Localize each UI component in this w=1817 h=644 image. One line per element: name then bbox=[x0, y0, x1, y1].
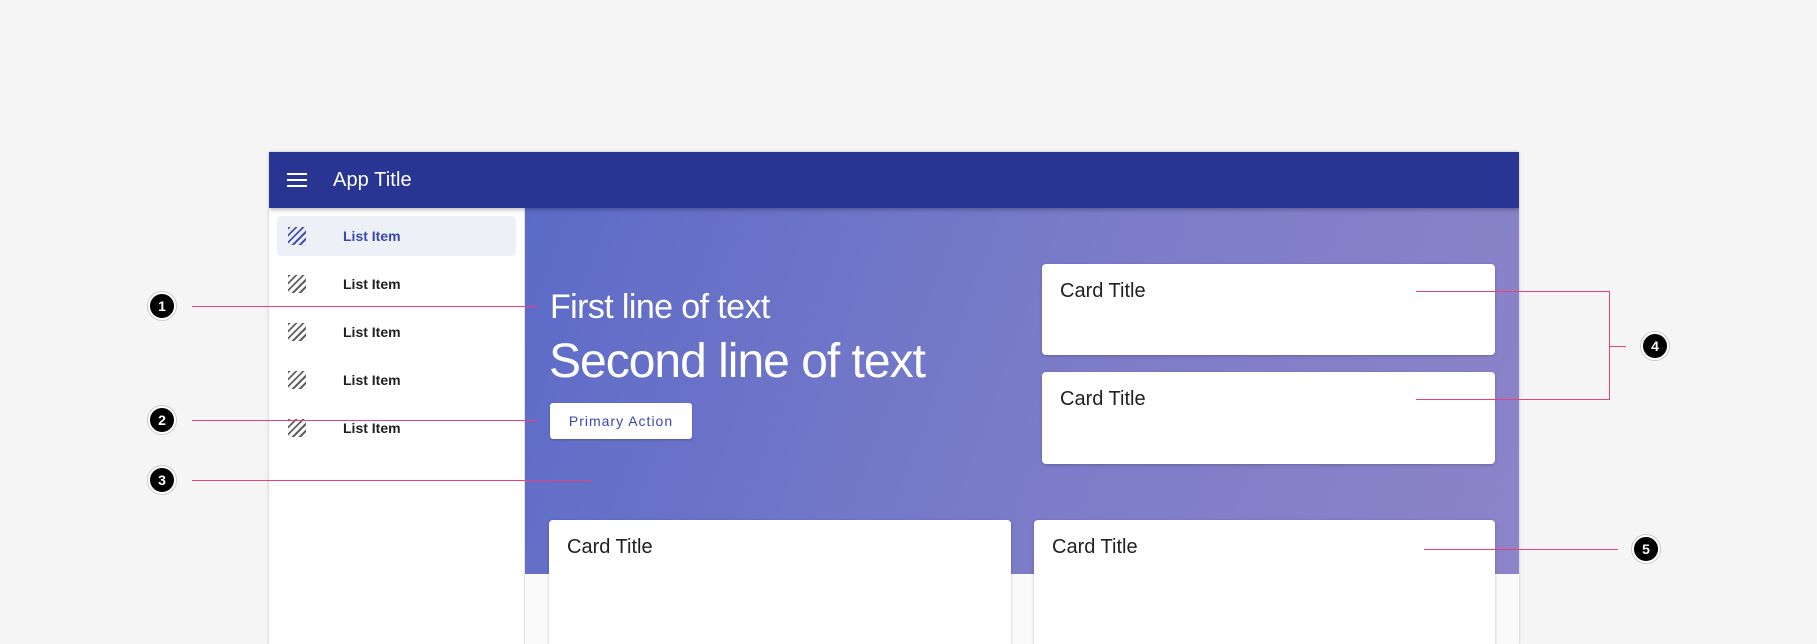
drawer-item-5[interactable]: List Item bbox=[277, 408, 516, 448]
primary-action-button[interactable]: Primary Action bbox=[550, 403, 692, 439]
card-title: Card Title bbox=[1060, 388, 1146, 410]
hero-card-1[interactable]: Card Title bbox=[1042, 264, 1495, 355]
annotation-line-1 bbox=[192, 306, 538, 307]
drawer-item-label: List Item bbox=[343, 228, 401, 244]
placeholder-icon bbox=[288, 419, 306, 437]
hero-first-line: First line of text bbox=[550, 288, 770, 326]
app-window: App Title List Item List Item List Item … bbox=[269, 152, 1519, 644]
annotation-marker-4: 4 bbox=[1641, 332, 1669, 360]
content-card-1[interactable]: Card Title bbox=[549, 520, 1011, 644]
card-title: Card Title bbox=[1052, 536, 1138, 558]
hero-card-2[interactable]: Card Title bbox=[1042, 372, 1495, 464]
annotation-marker-1: 1 bbox=[148, 292, 176, 320]
annotation-line-2 bbox=[192, 420, 538, 421]
annotation-marker-5: 5 bbox=[1632, 535, 1660, 563]
menu-icon[interactable] bbox=[287, 173, 307, 187]
annotation-marker-2: 2 bbox=[148, 406, 176, 434]
placeholder-icon bbox=[288, 227, 306, 245]
drawer-item-label: List Item bbox=[343, 276, 401, 292]
annotation-marker-3: 3 bbox=[148, 466, 176, 494]
main-content: First line of text Second line of text P… bbox=[525, 208, 1519, 644]
drawer-item-4[interactable]: List Item bbox=[277, 360, 516, 400]
top-app-bar: App Title bbox=[269, 152, 1519, 208]
card-title: Card Title bbox=[567, 536, 653, 558]
hero-second-line: Second line of text bbox=[549, 335, 926, 388]
placeholder-icon bbox=[288, 371, 306, 389]
drawer-item-2[interactable]: List Item bbox=[277, 264, 516, 304]
annotation-line-3 bbox=[192, 480, 592, 481]
placeholder-icon bbox=[288, 275, 306, 293]
navigation-drawer: List Item List Item List Item List Item … bbox=[269, 208, 525, 644]
annotation-line-4b bbox=[1416, 399, 1610, 400]
drawer-item-label: List Item bbox=[343, 372, 401, 388]
drawer-item-1[interactable]: List Item bbox=[277, 216, 516, 256]
drawer-item-label: List Item bbox=[343, 420, 401, 436]
annotation-line-4c bbox=[1609, 346, 1626, 347]
placeholder-icon bbox=[288, 323, 306, 341]
annotation-line-4a bbox=[1416, 291, 1610, 292]
card-title: Card Title bbox=[1060, 280, 1146, 302]
drawer-item-label: List Item bbox=[343, 324, 401, 340]
drawer-item-3[interactable]: List Item bbox=[277, 312, 516, 352]
app-title: App Title bbox=[333, 168, 412, 191]
content-card-2[interactable]: Card Title bbox=[1034, 520, 1495, 644]
annotation-line-5 bbox=[1424, 549, 1618, 550]
